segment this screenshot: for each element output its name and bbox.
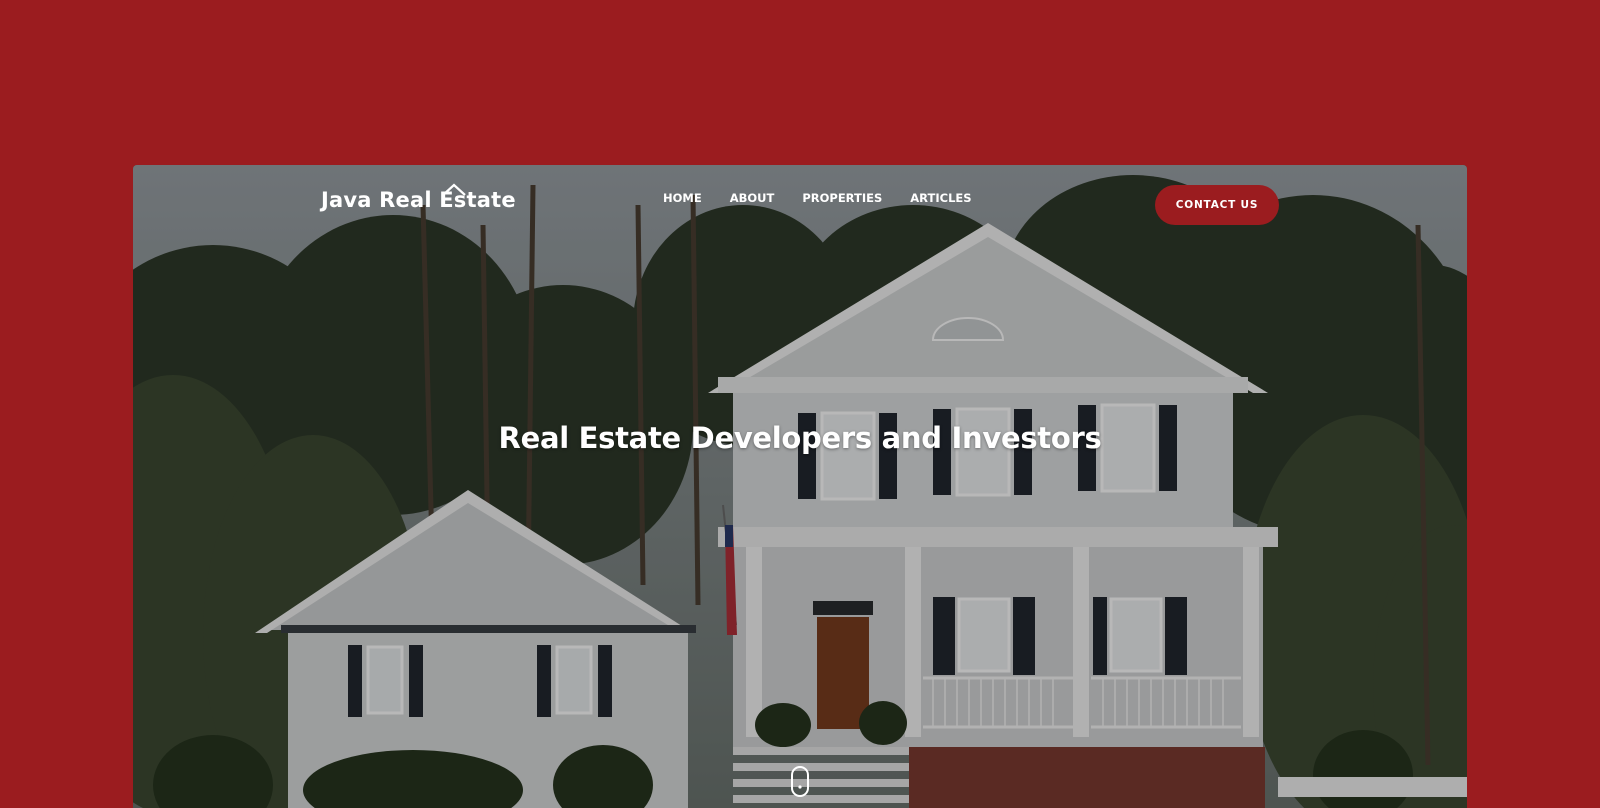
nav-item-home[interactable]: HOME (663, 191, 702, 205)
contact-us-button[interactable]: CONTACT US (1155, 185, 1279, 225)
nav-item-properties[interactable]: PROPERTIES (802, 191, 882, 205)
mouse-scroll-icon[interactable] (790, 765, 810, 799)
hero-section: Java Real Estate HOME ABOUT PROPERTIES A… (133, 165, 1467, 808)
nav-item-articles[interactable]: ARTICLES (910, 191, 971, 205)
nav-item-about[interactable]: ABOUT (730, 191, 775, 205)
hero-headline: Real Estate Developers and Investors (498, 421, 1102, 455)
house-roof-icon (442, 183, 466, 196)
hero-dark-overlay (133, 165, 1467, 808)
main-nav: HOME ABOUT PROPERTIES ARTICLES (663, 191, 972, 205)
page: Java Real Estate HOME ABOUT PROPERTIES A… (0, 0, 1600, 808)
logo-text: Java Real Estate (321, 188, 516, 212)
site-logo[interactable]: Java Real Estate (321, 183, 516, 212)
